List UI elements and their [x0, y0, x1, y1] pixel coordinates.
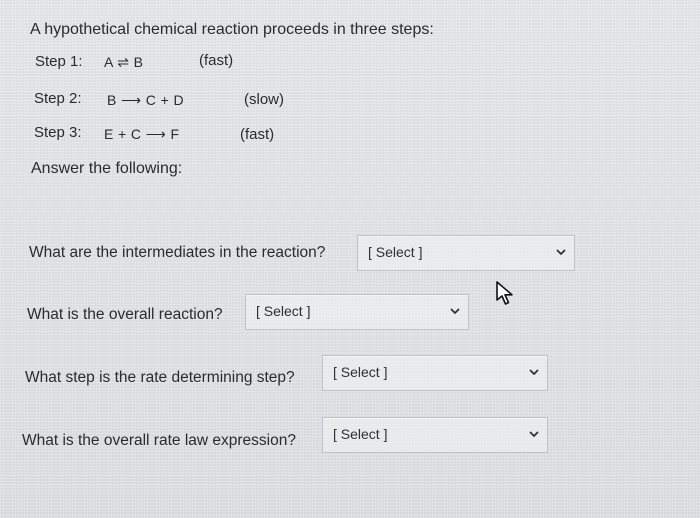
step-1-reaction: A ⇌ B: [104, 54, 144, 70]
rate-law-select-value: [ Select ]: [333, 426, 388, 442]
chevron-down-icon: [529, 431, 539, 437]
question-rate-determining-step: What step is the rate determining step?: [25, 369, 295, 386]
rate-determining-step-select-value: [ Select ]: [333, 364, 388, 380]
chevron-down-icon: [450, 308, 460, 314]
question-rate-law: What is the overall rate law expression?: [22, 432, 296, 449]
intermediates-select-value: [ Select ]: [368, 244, 423, 260]
chevron-down-icon: [556, 249, 566, 255]
intermediates-select[interactable]: [ Select ]: [357, 235, 575, 271]
rate-law-select[interactable]: [ Select ]: [322, 417, 548, 453]
step-2-reaction: B ⟶ C + D: [107, 92, 184, 108]
overall-reaction-select[interactable]: [ Select ]: [245, 294, 469, 330]
step-3-label: Step 3:: [34, 124, 82, 141]
quiz-screen: A hypothetical chemical reaction proceed…: [0, 0, 700, 518]
mouse-pointer-icon: [496, 281, 513, 305]
step-1-speed: (fast): [199, 52, 234, 69]
question-heading: A hypothetical chemical reaction proceed…: [30, 21, 434, 38]
step-2-label: Step 2:: [34, 90, 82, 107]
question-overall-reaction: What is the overall reaction?: [27, 306, 223, 323]
rate-determining-step-select[interactable]: [ Select ]: [322, 355, 548, 391]
step-3-speed: (fast): [240, 126, 275, 143]
overall-reaction-select-value: [ Select ]: [256, 303, 311, 319]
question-intermediates: What are the intermediates in the reacti…: [29, 244, 326, 261]
step-2-speed: (slow): [244, 91, 284, 108]
chevron-down-icon: [529, 369, 539, 375]
answer-prompt: Answer the following:: [31, 160, 183, 177]
step-3-reaction: E + C ⟶ F: [104, 126, 180, 142]
step-1-label: Step 1:: [35, 53, 83, 70]
